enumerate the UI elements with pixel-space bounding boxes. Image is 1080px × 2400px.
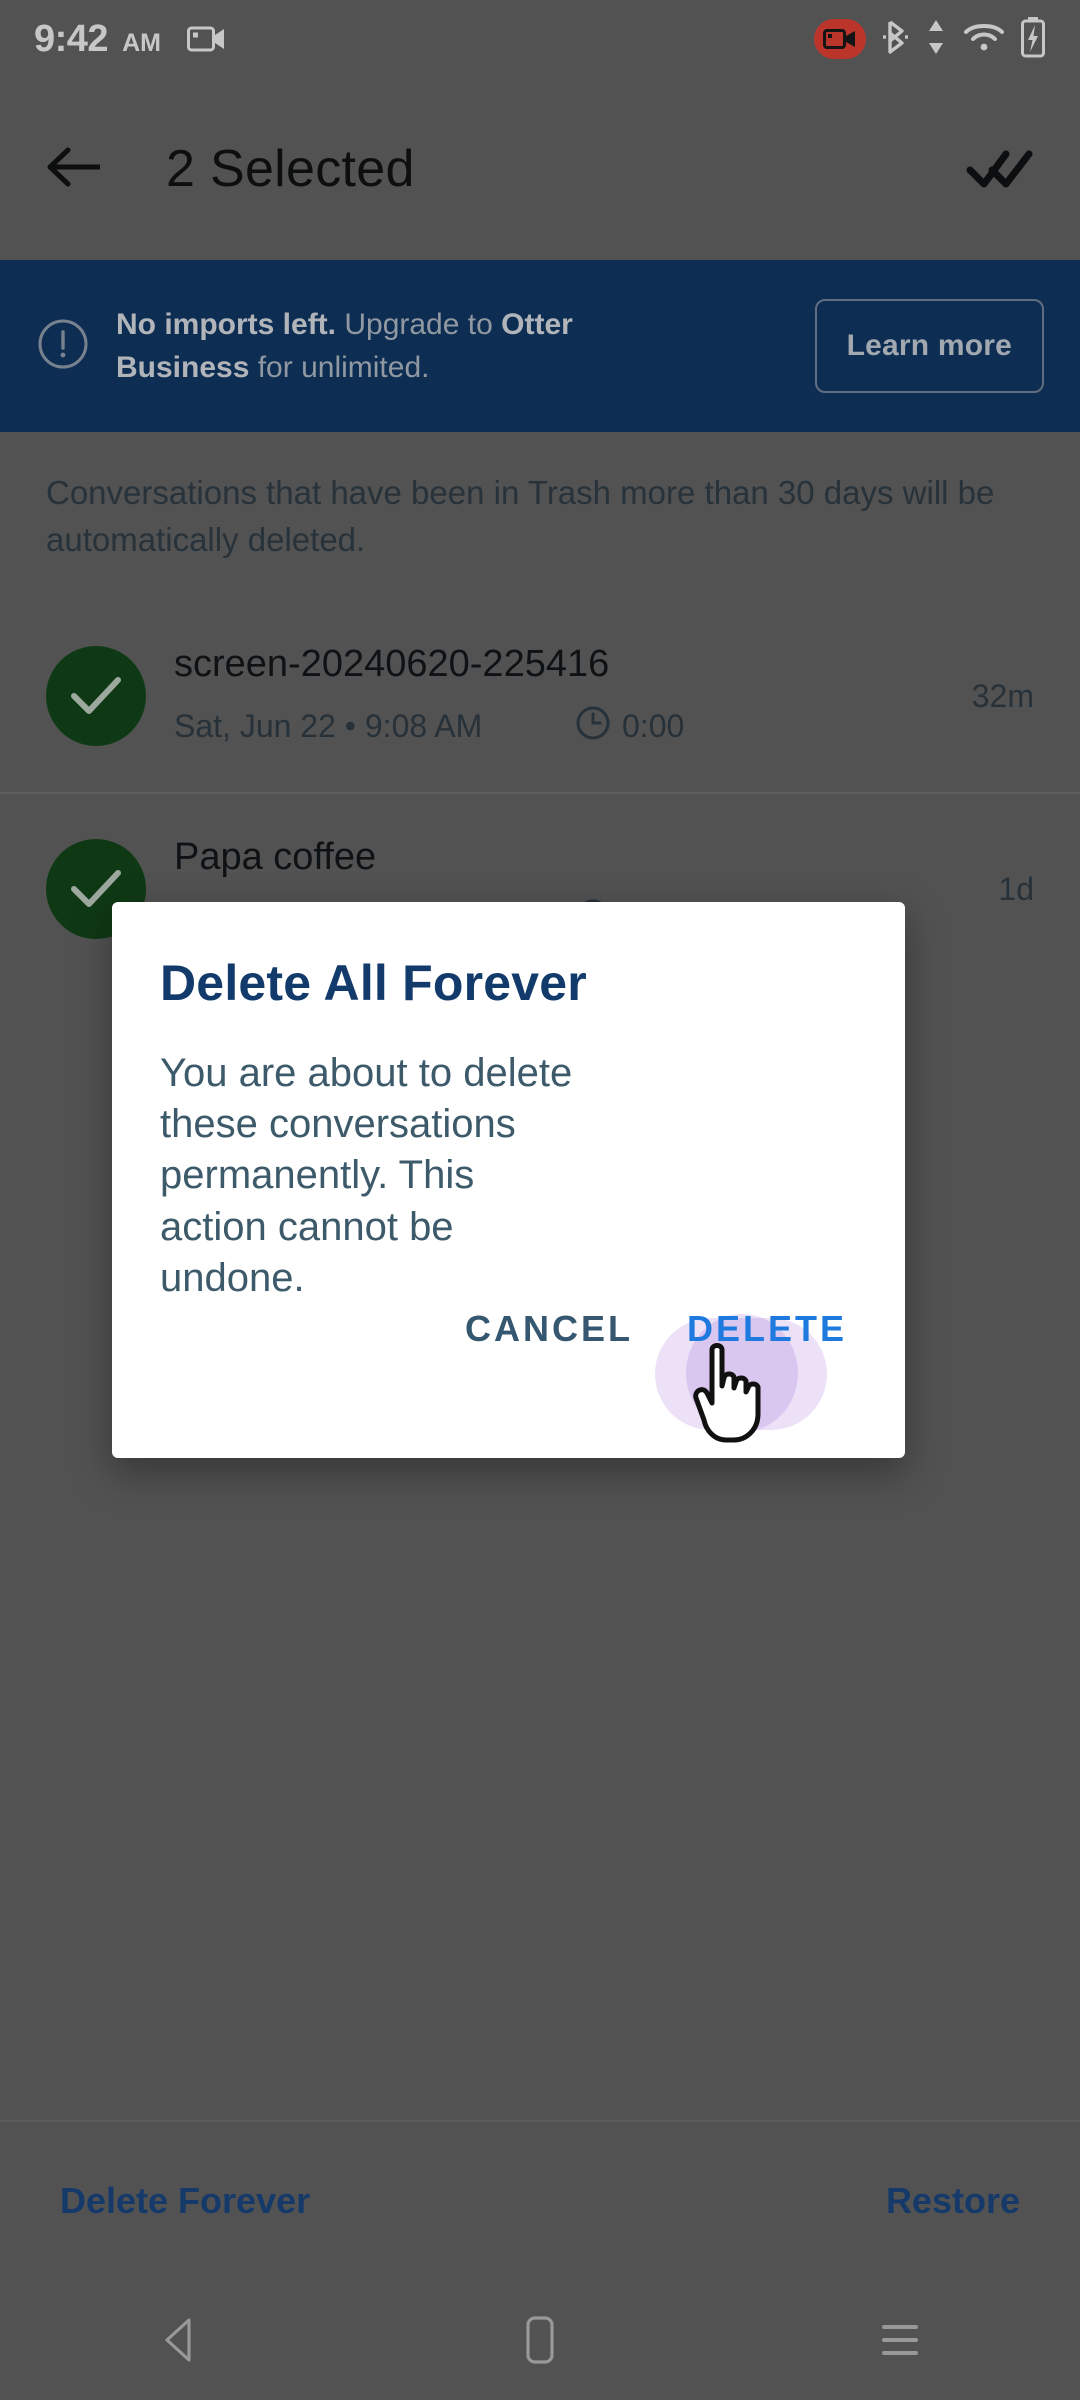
- delete-button[interactable]: DELETE: [669, 1292, 865, 1366]
- cancel-button[interactable]: CANCEL: [447, 1292, 651, 1366]
- dialog-message: You are about to delete these conversati…: [160, 1051, 573, 1300]
- dialog-actions: CANCEL DELETE: [447, 1292, 865, 1366]
- phone-screen: 9:42 AM 2 Selected No imports left. Upgr…: [0, 0, 1080, 2400]
- dialog-title: Delete All Forever: [160, 955, 587, 1011]
